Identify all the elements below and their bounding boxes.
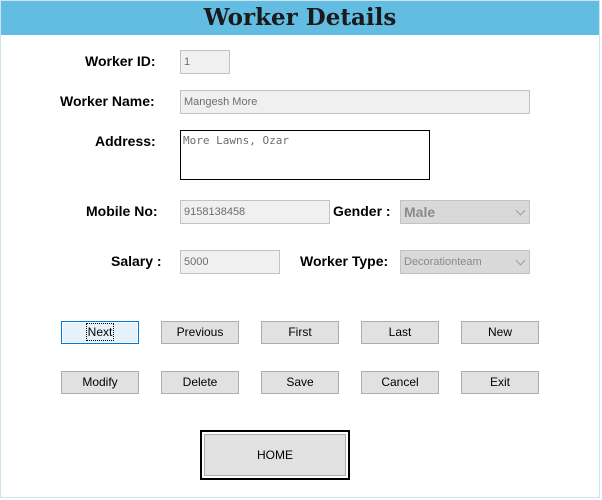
worker-id-field[interactable]: 1 <box>180 50 230 74</box>
modify-button[interactable]: Modify <box>61 371 139 394</box>
window-frame <box>0 0 600 498</box>
salary-field[interactable]: 5000 <box>180 250 280 274</box>
exit-button[interactable]: Exit <box>461 371 539 394</box>
mobile-label: Mobile No: <box>86 203 158 219</box>
new-button[interactable]: New <box>461 321 539 344</box>
cancel-button[interactable]: Cancel <box>361 371 439 394</box>
last-button[interactable]: Last <box>361 321 439 344</box>
mobile-field[interactable]: 9158138458 <box>180 200 330 224</box>
delete-button[interactable]: Delete <box>161 371 239 394</box>
gender-value: Male <box>404 204 436 220</box>
chevron-down-icon <box>515 255 526 266</box>
page-title: Worker Details <box>203 4 397 31</box>
home-button[interactable]: HOME <box>200 430 350 480</box>
first-button[interactable]: First <box>261 321 339 344</box>
salary-label: Salary : <box>111 253 162 269</box>
worker-id-label: Worker ID: <box>85 53 156 69</box>
save-button[interactable]: Save <box>261 371 339 394</box>
address-field[interactable]: More Lawns, Ozar <box>180 130 430 180</box>
worker-type-value: Decorationteam <box>404 256 482 268</box>
next-button-label: Next <box>85 323 115 341</box>
worker-type-dropdown[interactable]: Decorationteam <box>400 250 530 274</box>
address-label: Address: <box>95 133 156 149</box>
gender-label: Gender : <box>333 203 391 219</box>
title-bar: Worker Details <box>1 1 599 35</box>
next-button[interactable]: Next <box>61 321 139 344</box>
worker-name-label: Worker Name: <box>60 93 155 109</box>
gender-dropdown[interactable]: Male <box>400 200 530 224</box>
chevron-down-icon <box>515 205 526 216</box>
previous-button[interactable]: Previous <box>161 321 239 344</box>
worker-type-label: Worker Type: <box>300 253 389 269</box>
worker-name-field[interactable]: Mangesh More <box>180 90 530 114</box>
